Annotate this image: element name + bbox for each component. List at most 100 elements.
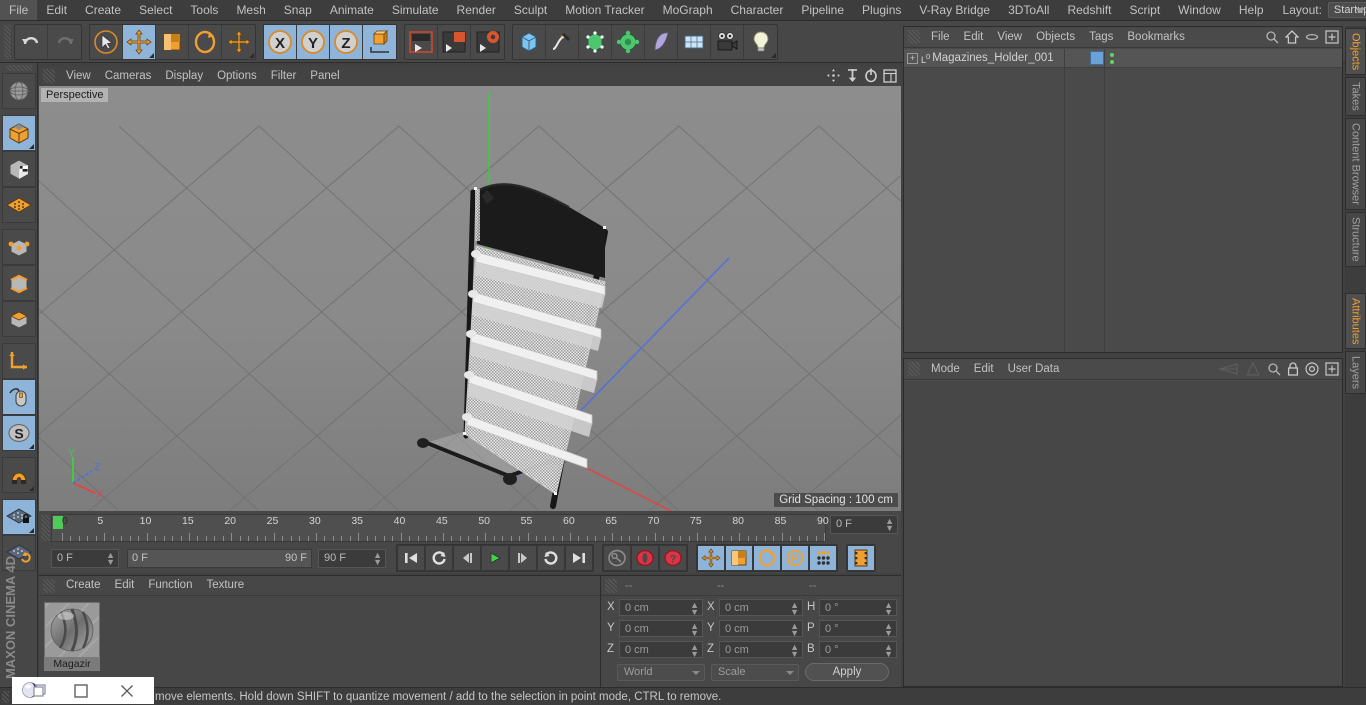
position-tool[interactable]: [222, 25, 255, 59]
rotation-h-field[interactable]: 0 ° ▲ ▼: [819, 598, 897, 616]
menu-plugins[interactable]: Plugins: [853, 0, 910, 20]
viewport-solo-button[interactable]: S: [1, 415, 36, 451]
object-manager-grip[interactable]: [908, 30, 920, 44]
rotate-tool[interactable]: [189, 24, 222, 59]
spinner-icon[interactable]: ▲ ▼: [106, 550, 115, 566]
viewport-menu-panel[interactable]: Panel: [303, 67, 346, 86]
object-visibility-dots[interactable]: [1110, 52, 1114, 64]
add-environment-button[interactable]: [678, 24, 711, 59]
polygons-mode-button[interactable]: [1, 301, 36, 337]
timeline-start-frame-field[interactable]: 0 F ▲ ▼: [51, 548, 119, 568]
menu-tools[interactable]: Tools: [181, 0, 227, 20]
timeline-end-frame-field[interactable]: 90 F ▲ ▼: [318, 548, 386, 568]
viewport-menu-filter[interactable]: Filter: [264, 67, 304, 86]
edges-mode-button[interactable]: [1, 265, 36, 301]
render-view-button[interactable]: [405, 24, 438, 59]
autokeying-button[interactable]: [603, 545, 631, 571]
vertical-tab-objects[interactable]: Objects: [1345, 28, 1366, 76]
play-button[interactable]: [481, 545, 509, 571]
add-deformer-button[interactable]: [612, 24, 645, 59]
keyframe-selection-button[interactable]: [847, 545, 875, 571]
expand-icon[interactable]: +: [907, 52, 918, 64]
record-scale-button[interactable]: [725, 545, 753, 571]
object-menu-tags[interactable]: Tags: [1082, 28, 1120, 47]
size-z-field[interactable]: 0 cm ▲ ▼: [719, 640, 803, 658]
spinner-icon[interactable]: ▲ ▼: [885, 517, 894, 533]
record-pla-button[interactable]: P: [781, 545, 809, 571]
magnet-tool-button[interactable]: [1, 457, 36, 493]
apply-button[interactable]: Apply: [805, 663, 889, 681]
menu-edit[interactable]: Edit: [37, 0, 76, 20]
texture-mode-button[interactable]: [1, 187, 36, 223]
object-tag-swatch[interactable]: [1090, 51, 1104, 65]
lock-icon[interactable]: [1287, 362, 1299, 376]
position-x-field[interactable]: 0 cm ▲ ▼: [619, 598, 703, 616]
add-camera-button[interactable]: [711, 24, 744, 59]
menu-help[interactable]: Help: [1230, 0, 1273, 20]
undo-button[interactable]: [15, 24, 48, 59]
menu-animate[interactable]: Animate: [321, 0, 383, 20]
attribute-manager-grip[interactable]: [908, 362, 920, 376]
enable-snap-button[interactable]: [1, 379, 36, 415]
menu-snap[interactable]: Snap: [275, 0, 321, 20]
spinner-icon[interactable]: ▲ ▼: [690, 642, 699, 658]
undo-view-button[interactable]: [1, 73, 36, 109]
menu-render[interactable]: Render: [448, 0, 505, 20]
axis-modify-button[interactable]: [1, 343, 36, 379]
menu-character[interactable]: Character: [722, 0, 793, 20]
attribute-menu-mode[interactable]: Mode: [924, 360, 967, 379]
record-position-button[interactable]: [697, 545, 725, 571]
add-scene-object-button[interactable]: [645, 24, 678, 59]
vertical-tab-takes[interactable]: Takes: [1345, 77, 1366, 117]
spinner-icon[interactable]: ▲ ▼: [790, 600, 799, 616]
render-to-picture-viewer-button[interactable]: [438, 24, 471, 59]
material-menu-edit[interactable]: Edit: [108, 576, 142, 595]
vertical-tab-layers[interactable]: Layers: [1345, 351, 1366, 395]
world-object-coordinate-toggle[interactable]: [363, 24, 396, 59]
rotation-b-field[interactable]: 0 ° ▲ ▼: [819, 640, 897, 658]
attribute-manager-body[interactable]: [904, 381, 1342, 686]
scale-tool[interactable]: [156, 24, 189, 59]
maximize-window-button[interactable]: [58, 677, 104, 704]
spinner-icon[interactable]: ▲ ▼: [373, 550, 382, 566]
menu-create[interactable]: Create: [76, 0, 130, 20]
add-attribute-icon[interactable]: [1325, 362, 1339, 376]
viewport-menu-options[interactable]: Options: [210, 67, 264, 86]
menu-select[interactable]: Select: [130, 0, 181, 20]
rotate-view-icon[interactable]: [864, 68, 878, 83]
go-to-start-button[interactable]: [397, 545, 425, 571]
material-manager-grip[interactable]: [43, 578, 55, 593]
x-axis-lock[interactable]: X: [264, 24, 297, 59]
size-x-field[interactable]: 0 cm ▲ ▼: [719, 598, 803, 616]
menu-redshift[interactable]: Redshift: [1058, 0, 1120, 20]
menu-motion-tracker[interactable]: Motion Tracker: [556, 0, 653, 20]
toolbar-grip[interactable]: [4, 24, 11, 59]
previous-keyframe-button[interactable]: [425, 545, 453, 571]
object-menu-view[interactable]: View: [990, 28, 1029, 47]
menu-window[interactable]: Window: [1169, 0, 1230, 20]
object-menu-file[interactable]: File: [924, 28, 957, 47]
vertical-tab-attributes[interactable]: Attributes: [1345, 292, 1366, 350]
menu-v-ray-bridge[interactable]: V-Ray Bridge: [910, 0, 999, 20]
close-window-button[interactable]: [104, 677, 150, 704]
object-menu-bookmarks[interactable]: Bookmarks: [1120, 28, 1192, 47]
coordinate-system-select[interactable]: World: [617, 663, 705, 681]
spinner-icon[interactable]: ▲ ▼: [884, 621, 893, 637]
layout-select[interactable]: Startup: [1327, 2, 1366, 18]
menu-3dtoall[interactable]: 3DToAll: [999, 0, 1058, 20]
z-axis-lock[interactable]: Z: [330, 24, 363, 59]
timeline-ruler[interactable]: 0 5 10 15 20 25 30 35 40 45 50 55 60 65 70 75 80 85 90: [51, 514, 829, 542]
live-selection-tool[interactable]: [90, 24, 123, 59]
vertical-tab-structure[interactable]: Structure: [1345, 211, 1366, 267]
attribute-menu-edit[interactable]: Edit: [967, 360, 1001, 379]
zoom-view-icon[interactable]: [846, 68, 859, 83]
add-cube-object-button[interactable]: [513, 24, 546, 59]
home-icon[interactable]: [1285, 30, 1299, 44]
go-to-end-button[interactable]: [565, 545, 593, 571]
record-active-objects-button[interactable]: [631, 545, 659, 571]
lock-workplane-button[interactable]: [1, 499, 36, 535]
position-z-field[interactable]: 0 cm ▲ ▼: [619, 640, 703, 658]
size-mode-select[interactable]: Scale: [711, 663, 799, 681]
timeline-grip[interactable]: [41, 515, 50, 541]
spinner-icon[interactable]: ▲ ▼: [790, 621, 799, 637]
